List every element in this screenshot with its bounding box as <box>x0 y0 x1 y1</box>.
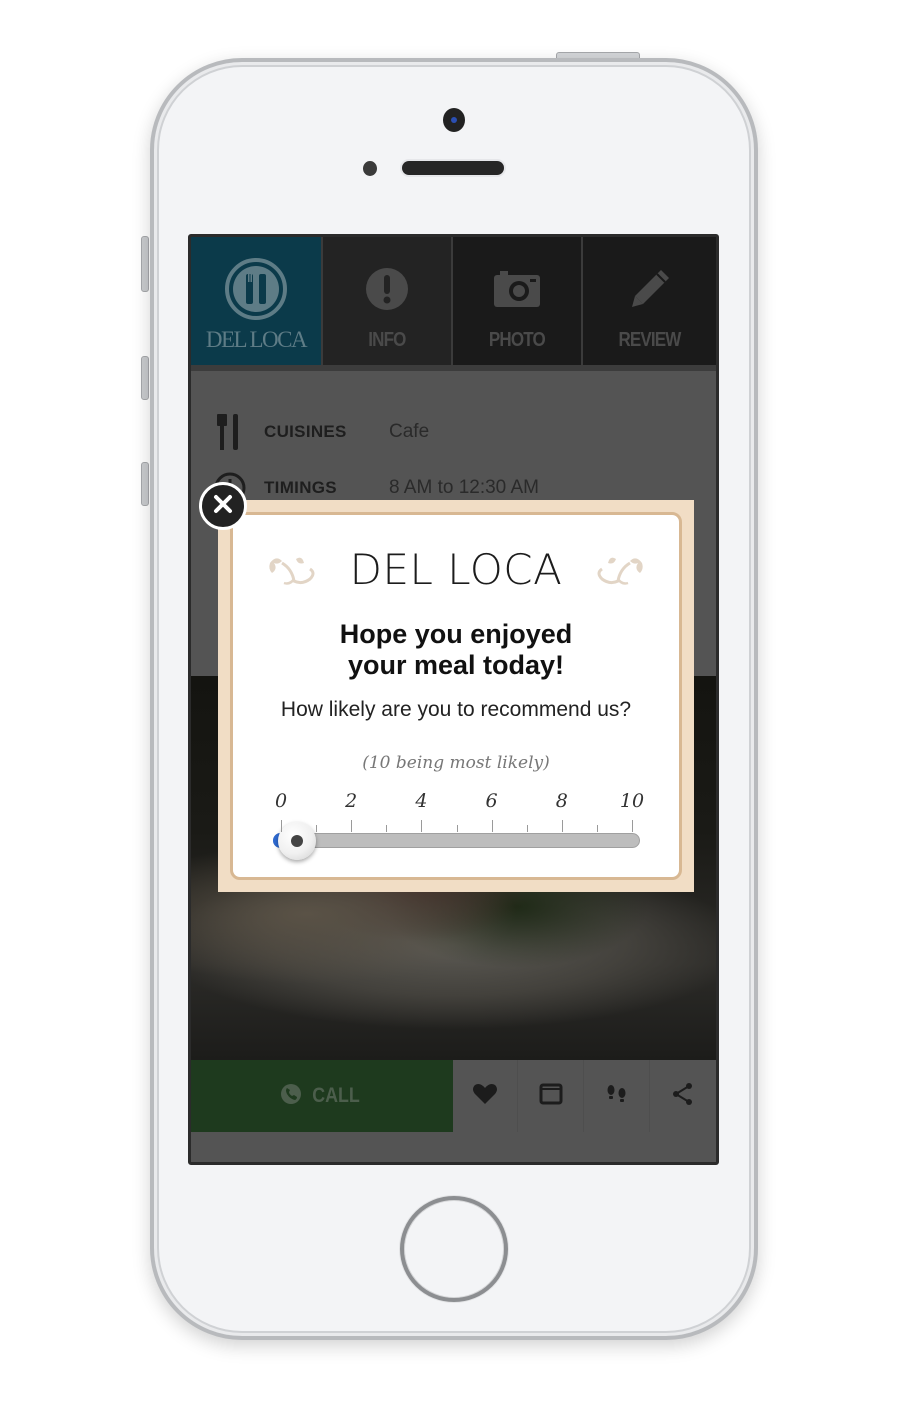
footsteps-icon <box>605 1083 629 1110</box>
leaf-ornament-icon <box>586 549 646 589</box>
slider-tick <box>561 820 563 832</box>
slider-tick <box>596 825 598 832</box>
slider-tick <box>491 820 493 832</box>
tab-photo[interactable]: PHOTO <box>453 237 583 365</box>
exclamation-circle-icon <box>355 257 419 321</box>
scale-hint: (10 being most likely) <box>362 753 550 773</box>
earpiece-speaker <box>402 161 504 175</box>
recommend-question: How likely are you to recommend us? <box>280 698 632 721</box>
info-label: CUISINES <box>264 422 347 441</box>
slider-tick <box>632 820 633 832</box>
slider-tick-label: 6 <box>485 790 498 812</box>
popup-headline: Hope you enjoyed your meal today! <box>233 619 679 681</box>
calendar-button[interactable] <box>518 1060 585 1132</box>
tab-label: PHOTO <box>489 329 546 351</box>
info-value: Cafe <box>389 421 430 442</box>
slider-tick <box>281 820 282 832</box>
pencil-icon <box>618 257 682 321</box>
slider-tick <box>526 825 528 832</box>
front-camera <box>443 108 465 132</box>
feedback-popup: DEL LOCA Hope you enjoyed your meal toda… <box>218 500 694 892</box>
headline-line: Hope you enjoyed <box>339 619 573 649</box>
share-icon <box>671 1082 695 1111</box>
tab-label: DEL LOCA <box>205 327 308 352</box>
recommend-slider[interactable]: 0 2 4 6 8 10 <box>273 790 649 860</box>
tab-label: REVIEW <box>618 329 682 351</box>
phone-icon <box>280 1083 302 1110</box>
popup-card: DEL LOCA Hope you enjoyed your meal toda… <box>230 512 682 880</box>
headline-line: your meal today! <box>347 650 565 680</box>
close-icon <box>212 493 234 520</box>
mute-switch <box>141 236 149 292</box>
slider-tick-label: 0 <box>274 790 288 812</box>
info-row-cuisines: CUISINES Cafe <box>191 412 716 452</box>
call-label: CALL <box>311 1084 360 1107</box>
slider-tick-label: 8 <box>555 790 568 812</box>
call-button[interactable]: CALL <box>191 1060 453 1132</box>
calendar-icon <box>539 1083 563 1110</box>
slider-thumb[interactable] <box>278 822 316 860</box>
info-label: TIMINGS <box>264 478 337 497</box>
fork-knife-plate-icon <box>224 257 288 321</box>
tab-review[interactable]: REVIEW <box>583 237 716 365</box>
share-button[interactable] <box>650 1060 716 1132</box>
slider-tick-label: 2 <box>345 790 358 812</box>
slider-tick-label: 10 <box>619 790 645 812</box>
popup-brand: DEL LOCA <box>233 544 679 594</box>
slider-tick <box>386 825 388 832</box>
directions-button[interactable] <box>584 1060 651 1132</box>
slider-tick <box>351 820 353 832</box>
favorite-button[interactable] <box>453 1060 519 1132</box>
bottom-action-bar: CALL <box>191 1060 716 1135</box>
slider-tick <box>421 820 423 832</box>
top-tab-bar: DEL LOCA INFO PHOTO REVIEW <box>191 237 716 365</box>
heart-icon <box>472 1083 498 1110</box>
info-value: 8 AM to 12:30 AM <box>389 477 539 498</box>
fork-knife-icon <box>213 412 247 452</box>
volume-down-button <box>141 462 149 506</box>
slider-tick-label: 4 <box>415 790 428 812</box>
proximity-sensor <box>363 161 377 176</box>
tab-del-loca[interactable]: DEL LOCA <box>191 237 323 365</box>
leaf-ornament-icon <box>266 549 326 589</box>
tab-info[interactable]: INFO <box>323 237 453 365</box>
close-popup-button[interactable] <box>199 482 247 530</box>
home-button[interactable] <box>400 1196 508 1302</box>
camera-icon <box>485 257 549 321</box>
volume-up-button <box>141 356 149 400</box>
slider-tick <box>456 825 458 832</box>
popup-brand-name: DEL LOCA <box>349 544 563 594</box>
tab-label: INFO <box>368 329 406 351</box>
slider-track[interactable] <box>273 833 640 848</box>
screen-footer <box>191 1135 716 1162</box>
slider-tick <box>316 825 318 832</box>
